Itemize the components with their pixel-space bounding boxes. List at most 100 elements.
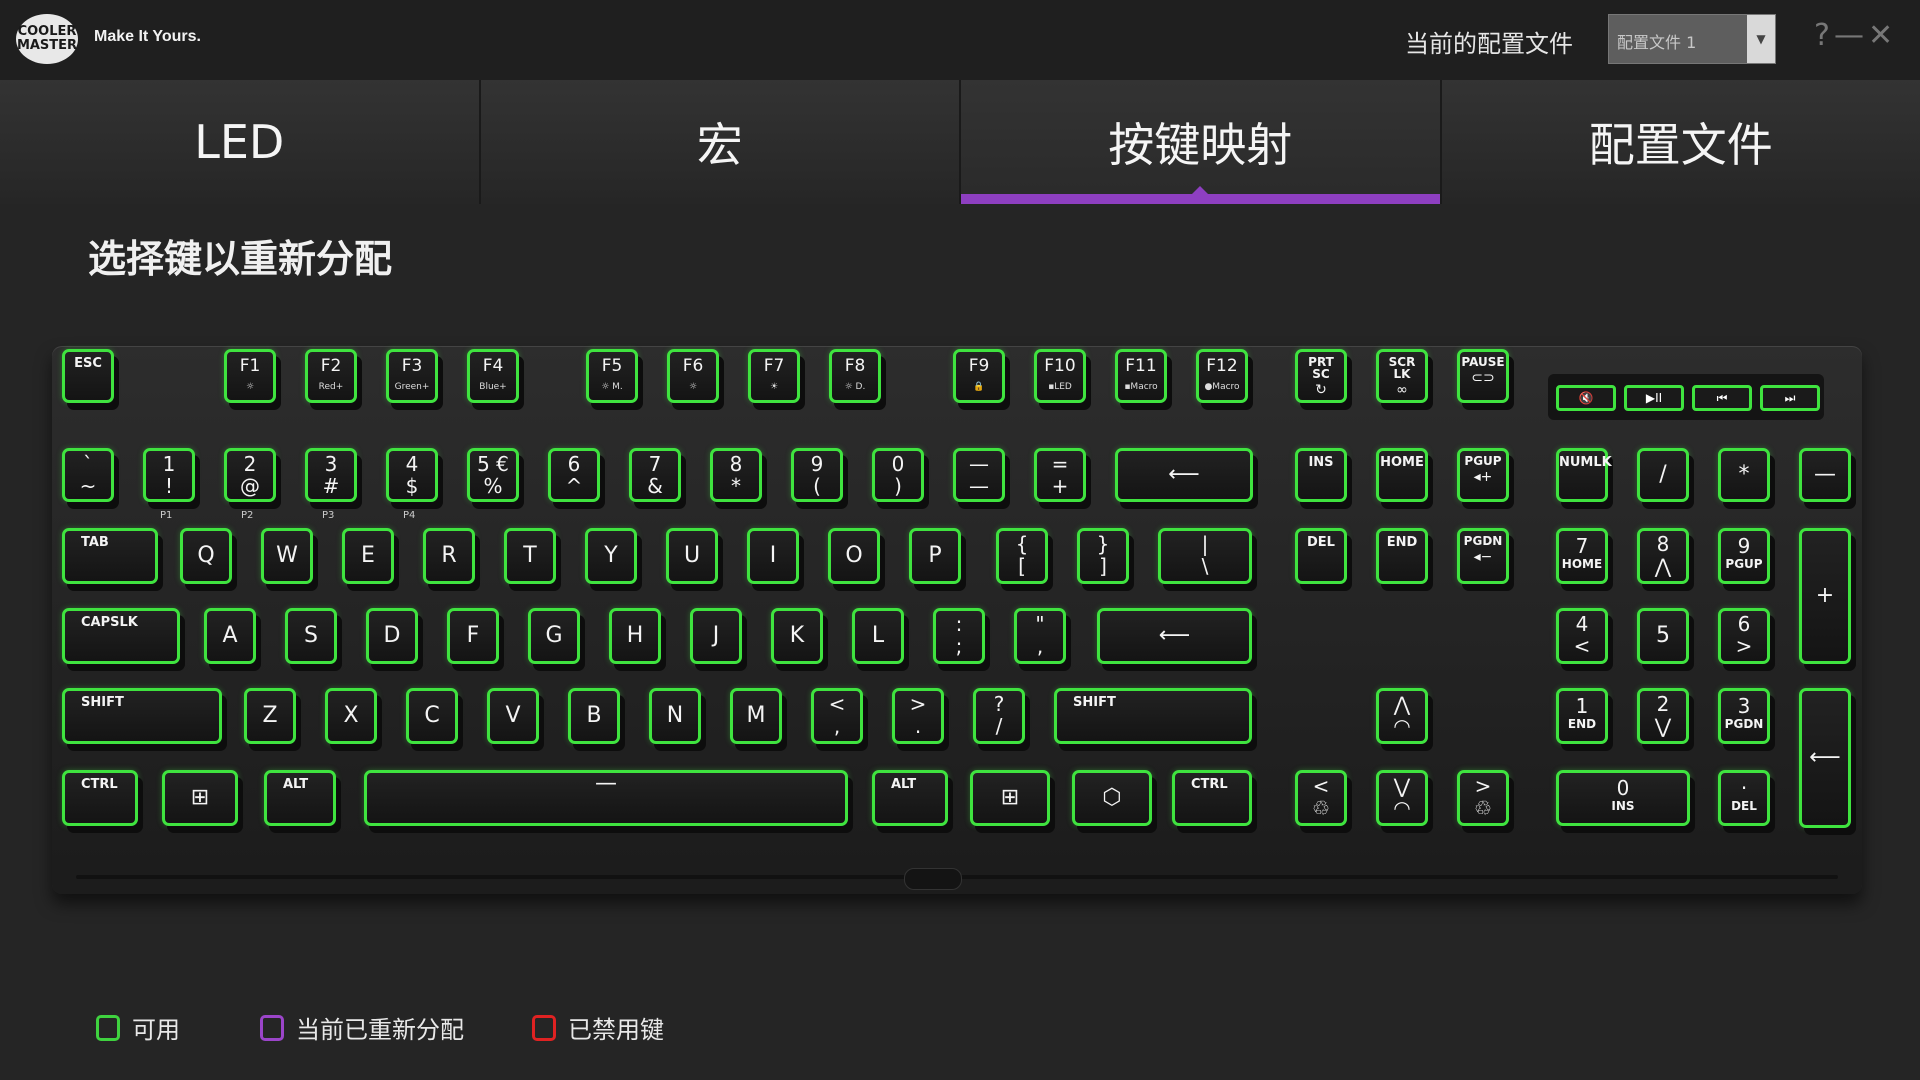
tab-key[interactable]: TAB <box>62 528 158 584</box>
e-key[interactable]: E <box>342 528 394 584</box>
numpad-plus-key[interactable]: + <box>1799 528 1851 664</box>
f6-key[interactable]: F6 ☼ <box>667 349 719 403</box>
n-key[interactable]: N <box>649 688 701 744</box>
numpad-4-key[interactable]: 4 < <box>1556 608 1608 664</box>
del-key[interactable]: DEL <box>1295 528 1347 584</box>
play-pause-key[interactable]: ▶II <box>1624 385 1684 411</box>
d-key[interactable]: D <box>366 608 418 664</box>
end-key[interactable]: END <box>1376 528 1428 584</box>
7-key[interactable]: 7 & <box>629 448 681 502</box>
v-key[interactable]: V <box>487 688 539 744</box>
home-key[interactable]: HOME <box>1376 448 1428 502</box>
h-key[interactable]: H <box>609 608 661 664</box>
pause-key[interactable]: PAUSE ⊂⊃ <box>1457 349 1509 403</box>
numpad-8-key[interactable]: 8 ⋀ <box>1637 528 1689 584</box>
left-alt-key[interactable]: ALT <box>264 770 336 826</box>
f10-key[interactable]: F10 ▪LED <box>1034 349 1086 403</box>
f2-key[interactable]: F2 Red+ <box>305 349 357 403</box>
numpad-2-key[interactable]: 2 ⋁ <box>1637 688 1689 744</box>
a-key[interactable]: A <box>204 608 256 664</box>
tab-macro[interactable]: 宏 <box>480 80 961 204</box>
close-icon[interactable]: ✕ <box>1868 18 1897 53</box>
left-shift-key[interactable]: SHIFT <box>62 688 222 744</box>
9-key[interactable]: 9( <box>791 448 843 502</box>
1-key[interactable]: 1! <box>143 448 195 502</box>
space-key[interactable]: — <box>364 770 848 826</box>
pgup-key[interactable]: PGUP ◂+ <box>1457 448 1509 502</box>
numpad-7-key[interactable]: 7 HOME <box>1556 528 1608 584</box>
j-key[interactable]: J <box>690 608 742 664</box>
f-key[interactable]: F <box>447 608 499 664</box>
x-key[interactable]: X <box>325 688 377 744</box>
m-key[interactable]: M <box>730 688 782 744</box>
i-key[interactable]: I <box>747 528 799 584</box>
capslk-key[interactable]: CAPSLK <box>62 608 180 664</box>
8-key[interactable]: 8 * <box>710 448 762 502</box>
profile-dropdown[interactable]: 配置文件 1 ▼ <box>1608 14 1776 64</box>
esc-key[interactable]: ESC <box>62 349 114 403</box>
0-key[interactable]: 0) <box>872 448 924 502</box>
right-alt-key[interactable]: ALT <box>872 770 948 826</box>
f12-key[interactable]: F12 ●Macro <box>1196 349 1248 403</box>
left-ctrl-key[interactable]: CTRL <box>62 770 138 826</box>
mute-key[interactable]: 🔇 <box>1556 385 1616 411</box>
period-key[interactable]: >. <box>892 688 944 744</box>
u-key[interactable]: U <box>666 528 718 584</box>
numpad-slash-key[interactable]: / <box>1637 448 1689 502</box>
numpad-9-key[interactable]: 9 PGUP <box>1718 528 1770 584</box>
f4-key[interactable]: F4 Blue+ <box>467 349 519 403</box>
y-key[interactable]: Y <box>585 528 637 584</box>
numpad-6-key[interactable]: 6 > <box>1718 608 1770 664</box>
f7-key[interactable]: F7 ☀ <box>748 349 800 403</box>
fn-logo-key[interactable]: ⬡ <box>1072 770 1152 826</box>
f1-key[interactable]: F1 ☼ <box>224 349 276 403</box>
minus-key[interactable]: — — <box>953 448 1005 502</box>
quote-key[interactable]: ", <box>1014 608 1066 664</box>
grave-key[interactable]: ` ~ <box>62 448 114 502</box>
enter-key[interactable]: ⟵ <box>1097 608 1252 664</box>
numpad-star-key[interactable]: * <box>1718 448 1770 502</box>
left-win-key[interactable]: ⊞ <box>162 770 238 826</box>
numpad-3-key[interactable]: 3 PGDN <box>1718 688 1770 744</box>
w-key[interactable]: W <box>261 528 313 584</box>
2-key[interactable]: 2 @ <box>224 448 276 502</box>
rbrace-key[interactable]: }] <box>1077 528 1129 584</box>
f11-key[interactable]: F11 ▪Macro <box>1115 349 1167 403</box>
k-key[interactable]: K <box>771 608 823 664</box>
o-key[interactable]: O <box>828 528 880 584</box>
numpad-dot-key[interactable]: · DEL <box>1718 770 1770 826</box>
g-key[interactable]: G <box>528 608 580 664</box>
backslash-key[interactable]: | \ <box>1158 528 1252 584</box>
slash-key[interactable]: ? / <box>973 688 1025 744</box>
next-track-key[interactable]: ⏭ <box>1760 385 1820 411</box>
tab-key-mapping[interactable]: 按键映射 <box>961 80 1442 204</box>
lbrace-key[interactable]: {[ <box>996 528 1048 584</box>
numpad-5-key[interactable]: 5 <box>1637 608 1689 664</box>
f5-key[interactable]: F5 ☼ M. <box>586 349 638 403</box>
ins-key[interactable]: INS <box>1295 448 1347 502</box>
p-key[interactable]: P <box>909 528 961 584</box>
help-icon[interactable]: ? <box>1814 18 1834 53</box>
comma-key[interactable]: <, <box>811 688 863 744</box>
numpad-0-key[interactable]: 0 INS <box>1556 770 1690 826</box>
right-win-key[interactable]: ⊞ <box>970 770 1050 826</box>
l-key[interactable]: L <box>852 608 904 664</box>
prtsc-key[interactable]: PRT SC ↻ <box>1295 349 1347 403</box>
f9-key[interactable]: F9 🔒 <box>953 349 1005 403</box>
numpad-1-key[interactable]: 1 END <box>1556 688 1608 744</box>
6-key[interactable]: 6 ^ <box>548 448 600 502</box>
semicolon-key[interactable]: :; <box>933 608 985 664</box>
minimize-icon[interactable]: — <box>1834 18 1868 53</box>
c-key[interactable]: C <box>406 688 458 744</box>
numpad-enter-key[interactable]: ⟵ <box>1799 688 1851 828</box>
tab-profiles[interactable]: 配置文件 <box>1441 80 1920 204</box>
s-key[interactable]: S <box>285 608 337 664</box>
f8-key[interactable]: F8 ☼ D. <box>829 349 881 403</box>
tab-led[interactable]: LED <box>0 80 481 204</box>
t-key[interactable]: T <box>504 528 556 584</box>
scrlk-key[interactable]: SCR LK ∞ <box>1376 349 1428 403</box>
pgdn-key[interactable]: PGDN ◂− <box>1457 528 1509 584</box>
f3-key[interactable]: F3 Green+ <box>386 349 438 403</box>
5-key[interactable]: 5 €% <box>467 448 519 502</box>
right-ctrl-key[interactable]: CTRL <box>1172 770 1252 826</box>
